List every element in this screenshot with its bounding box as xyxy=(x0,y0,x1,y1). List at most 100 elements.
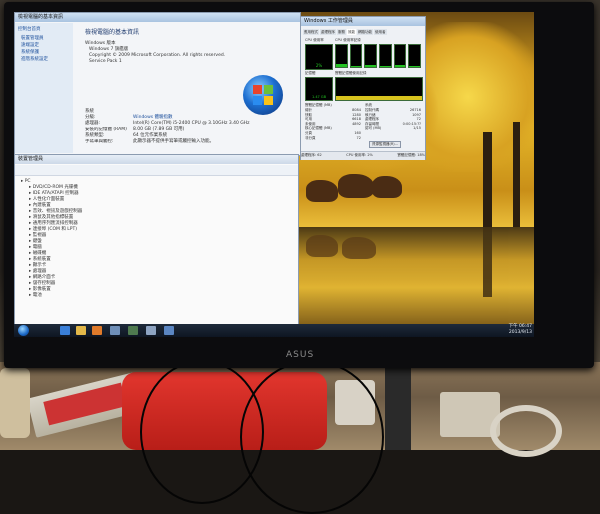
tab-applications[interactable]: 應用程式 xyxy=(303,29,319,35)
ie-icon[interactable] xyxy=(60,326,70,335)
start-orb-icon[interactable] xyxy=(18,325,29,336)
clock-date: 2013/9/13 xyxy=(508,330,532,335)
page-title: 檢視電腦的基本資訊 xyxy=(85,29,140,36)
device-manager-window: 裝置管理員 ▸ PC ▸ DVD/CD-ROM 光碟機 ▸ IDE ATA/ATA… xyxy=(14,154,299,326)
cpu-core-usage-line xyxy=(380,66,391,67)
cpu-usage-value: 2% xyxy=(315,63,323,68)
cpu-core-usage-line xyxy=(350,65,362,67)
cpu-usage-meter: 2% xyxy=(305,44,333,70)
kernel-memory-rows: 分頁 160 非分頁 72 xyxy=(305,131,361,140)
sidebar-item-device-manager[interactable]: 裝置管理員 xyxy=(21,36,73,42)
phys-memory-row-value: 4892 xyxy=(352,121,361,126)
system-specs: 系統 分級: Windows 體驗指數 處理器: Intel(R) Core(TM)… xyxy=(85,109,295,145)
device-tree-item[interactable]: ▸ 電池 xyxy=(29,293,82,299)
system-row-label: 認可 (MB) xyxy=(365,126,382,130)
tab-services[interactable]: 服務 xyxy=(337,29,346,35)
cpu-history-label: CPU 使用率記錄 xyxy=(335,38,361,42)
computer-icon[interactable] xyxy=(110,326,120,335)
status-cpu: CPU 使用率: 2% xyxy=(346,153,373,157)
tape-roll xyxy=(490,405,562,457)
desktop-screen: 檢視電腦的基本資訊 控制台首頁 裝置管理員 遠端設定 系統保護 進階系統設定 檢… xyxy=(14,12,534,337)
tab-networking[interactable]: 網路功能 xyxy=(357,29,373,35)
system-window: 檢視電腦的基本資訊 控制台首頁 裝置管理員 遠端設定 系統保護 進階系統設定 檢… xyxy=(14,12,301,156)
tree-trunk xyxy=(483,132,492,227)
clock[interactable]: 下午 06:47 2013/9/13 xyxy=(496,324,532,336)
tab-users[interactable]: 使用者 xyxy=(374,29,387,35)
logo-blue-pane xyxy=(253,96,262,105)
sidebar-item-advanced-settings[interactable]: 進階系統設定 xyxy=(21,57,73,63)
resource-monitor-button[interactable]: 資源監視器(R)... xyxy=(369,141,402,148)
cpu-core-graph xyxy=(364,44,378,68)
system-taskbar-icon[interactable] xyxy=(164,326,174,335)
monitor-brand: ASUS xyxy=(286,350,315,360)
sidebar-item-system-protection[interactable]: 系統保護 xyxy=(21,50,73,56)
camel xyxy=(338,174,374,198)
cable-2 xyxy=(240,360,384,514)
status-memory: 實體記憶體: 18% xyxy=(397,153,425,157)
sidebar-item-control-panel-home[interactable]: 控制台首頁 xyxy=(18,27,73,33)
memory-meter: 1.47 GB xyxy=(305,77,333,101)
cpu-history-graphs xyxy=(335,44,422,68)
tab-performance[interactable]: 效能 xyxy=(347,29,356,35)
kernel-memory-row-value: 72 xyxy=(356,135,361,140)
cpu-core-usage-line xyxy=(394,64,406,67)
cpu-core-usage-line xyxy=(409,66,421,67)
memory-value: 1.47 GB xyxy=(311,95,327,99)
cpu-core-graph xyxy=(379,44,392,68)
logo-red-pane xyxy=(253,85,262,94)
cpu-core-graph xyxy=(349,44,363,68)
cpu-core-usage-line xyxy=(365,65,377,67)
memory-label: 記憶體 xyxy=(305,71,316,75)
kernel-memory-row-label: 非分頁 xyxy=(305,135,316,140)
cpu-core-graph xyxy=(393,44,407,68)
device-manager-titlebar[interactable]: 裝置管理員 xyxy=(15,155,298,164)
device-list: ▸ DVD/CD-ROM 光碟機 ▸ IDE ATA/ATAPI 控制器 ▸ 人性化… xyxy=(29,185,82,299)
pen-label: 手寫筆與觸控: xyxy=(85,139,114,144)
camel xyxy=(372,176,402,198)
device-tree: ▸ PC ▸ DVD/CD-ROM 光碟機 ▸ IDE ATA/ATAPI 控制器… xyxy=(21,179,82,299)
memory-usage-line xyxy=(336,96,422,100)
cpu-core-graph xyxy=(335,44,348,68)
system-row: 認可 (MB) 1/15 xyxy=(365,126,421,131)
sidebar-item-remote-settings[interactable]: 遠端設定 xyxy=(21,43,73,49)
cpu-usage-label: CPU 使用率 xyxy=(305,38,324,42)
memory-history-label: 實體記憶體使用記錄 xyxy=(335,71,367,75)
camel-reflection xyxy=(306,235,338,257)
system-titlebar[interactable]: 檢視電腦的基本資訊 xyxy=(15,13,300,22)
phys-memory-rows: 總計 8084 快取 1280 可用 6618 未使用 4892 xyxy=(305,108,361,126)
task-manager-tabs: 應用程式 處理程序 服務 效能 網路功能 使用者 xyxy=(303,29,423,35)
left-roll xyxy=(0,368,30,438)
cpu-core-usage-line xyxy=(336,64,347,67)
system-row-value: 1/15 xyxy=(413,126,421,130)
device-manager-taskbar-icon[interactable] xyxy=(146,326,156,335)
folder-icon[interactable] xyxy=(76,326,86,335)
cpu-core-graph xyxy=(408,44,422,68)
system-sidebar: 控制台首頁 裝置管理員 遠端設定 系統保護 進階系統設定 xyxy=(15,23,73,153)
status-processes: 處理程序: 62 xyxy=(301,153,322,157)
device-manager-toolbar xyxy=(15,165,298,176)
system-main: 檢視電腦的基本資訊 Windows 版本 Windows 7 旗艦版 Copyr… xyxy=(85,27,285,65)
wallpaper-reflection xyxy=(298,227,534,337)
media-player-icon[interactable] xyxy=(92,326,102,335)
memory-history-graph xyxy=(335,77,423,101)
system-stats-block: 系統 控制代碼 26716 執行緒 1097 處理程序 72 存留時間 0:00:15:?? 認… xyxy=(365,103,421,131)
task-manager-taskbar-icon[interactable] xyxy=(128,326,138,335)
tab-processes[interactable]: 處理程序 xyxy=(320,29,336,35)
service-pack: Service Pack 1 xyxy=(89,59,122,64)
monitor-stand xyxy=(385,368,411,450)
logo-green-pane xyxy=(264,85,273,94)
system-window-title: 檢視電腦的基本資訊 xyxy=(18,14,64,20)
system-rows: 控制代碼 26716 執行緒 1097 處理程序 72 存留時間 0:00:15:?? 認可 (… xyxy=(365,108,421,131)
logo-yellow-pane xyxy=(264,96,273,105)
task-manager-titlebar[interactable]: Windows 工作管理員 xyxy=(301,17,425,26)
trunk-reflection xyxy=(483,227,492,297)
task-manager-title: Windows 工作管理員 xyxy=(304,18,353,24)
camel-reflection xyxy=(342,237,376,259)
taskbar: 下午 06:47 2013/9/13 xyxy=(14,324,534,337)
camel xyxy=(306,180,338,202)
task-manager-status-bar: 處理程序: 62 CPU 使用率: 2% 實體記憶體: 18% xyxy=(301,151,425,160)
task-manager-window: Windows 工作管理員 應用程式 處理程序 服務 效能 網路功能 使用者 C… xyxy=(300,16,426,160)
phys-memory-block: 實體記憶體 (MB) 總計 8084 快取 1280 可用 6618 未使用 4892 核心記… xyxy=(305,103,361,140)
tree-trunk xyxy=(513,122,520,227)
pen-value: 此顯示器不提供手寫筆或觸控輸入功能。 xyxy=(133,139,214,144)
